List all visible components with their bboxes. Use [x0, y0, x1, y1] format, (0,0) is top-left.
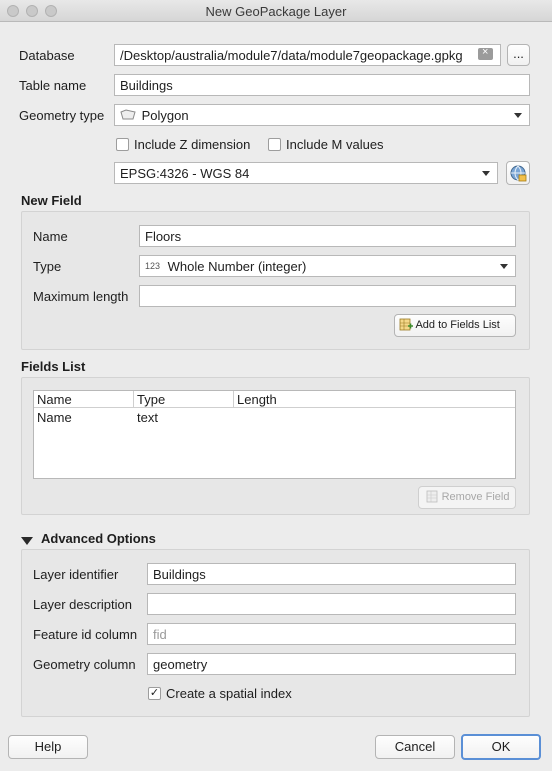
- feature-id-input[interactable]: fid: [147, 623, 516, 645]
- clear-icon[interactable]: ×: [478, 46, 493, 60]
- spatial-index-checkbox[interactable]: ✓: [148, 687, 161, 700]
- database-path-field[interactable]: /Desktop/australia/module7/data/module7g…: [114, 44, 501, 66]
- include-z-label: Include Z dimension: [134, 137, 251, 152]
- browse-button[interactable]: ...: [507, 44, 530, 66]
- include-z-checkbox[interactable]: [116, 138, 129, 151]
- row-name-cell: Name: [37, 410, 72, 425]
- add-to-fields-list-button[interactable]: Add to Fields List: [394, 314, 516, 337]
- crs-value: EPSG:4326 - WGS 84: [120, 166, 250, 181]
- layer-identifier-input[interactable]: Buildings: [147, 563, 516, 585]
- cancel-button[interactable]: Cancel: [375, 735, 455, 759]
- include-m-checkbox[interactable]: [268, 138, 281, 151]
- row-type-cell: text: [137, 410, 158, 425]
- add-field-icon: [399, 318, 413, 331]
- field-name-label: Name: [33, 229, 68, 244]
- geometry-type-select[interactable]: Polygon: [114, 104, 530, 126]
- layer-identifier-label: Layer identifier: [33, 567, 119, 582]
- layer-description-label: Layer description: [33, 597, 132, 612]
- chevron-down-icon: [514, 113, 522, 118]
- remove-field-label: Remove Field: [441, 491, 510, 503]
- geometry-type-label: Geometry type: [19, 108, 105, 123]
- polygon-icon: [120, 109, 136, 120]
- max-length-input[interactable]: [139, 285, 516, 307]
- ok-button[interactable]: OK: [461, 734, 541, 760]
- table-name-field[interactable]: Buildings: [114, 74, 530, 96]
- table-name-label: Table name: [19, 78, 87, 93]
- select-crs-button[interactable]: [506, 161, 530, 185]
- database-label: Database: [19, 48, 75, 63]
- feature-id-label: Feature id column: [33, 627, 138, 642]
- geometry-column-label: Geometry column: [33, 657, 136, 672]
- new-field-title: New Field: [21, 193, 82, 208]
- geometry-column-input[interactable]: geometry: [147, 653, 516, 675]
- collapse-triangle-icon[interactable]: [21, 534, 33, 545]
- globe-icon: [510, 165, 527, 182]
- remove-field-button[interactable]: Remove Field: [418, 486, 516, 509]
- field-type-value: Whole Number (integer): [167, 259, 307, 274]
- fields-list-title: Fields List: [21, 359, 86, 374]
- advanced-options-title[interactable]: Advanced Options: [41, 531, 156, 546]
- column-header-length[interactable]: Length: [234, 391, 515, 408]
- geometry-type-value: Polygon: [141, 108, 189, 123]
- column-header-name[interactable]: Name: [34, 391, 134, 408]
- help-button[interactable]: Help: [8, 735, 88, 759]
- add-to-fields-list-label: Add to Fields List: [415, 319, 500, 331]
- fields-table[interactable]: Name Type Length Name text: [33, 390, 516, 479]
- layer-description-input[interactable]: [147, 593, 516, 615]
- include-m-label: Include M values: [286, 137, 384, 152]
- database-path-text: /Desktop/australia/module7/data/module7g…: [120, 48, 463, 63]
- column-header-type[interactable]: Type: [134, 391, 234, 408]
- chevron-down-icon: [482, 171, 490, 176]
- field-type-label: Type: [33, 259, 62, 274]
- remove-field-icon: [426, 490, 437, 503]
- max-length-label: Maximum length: [33, 289, 129, 304]
- title-bar: New GeoPackage Layer: [0, 0, 552, 22]
- chevron-down-icon: [500, 264, 508, 269]
- field-type-select[interactable]: 123 Whole Number (integer): [139, 255, 516, 277]
- spatial-index-label: Create a spatial index: [166, 686, 292, 701]
- crs-select[interactable]: EPSG:4326 - WGS 84: [114, 162, 498, 184]
- integer-icon: 123: [145, 261, 161, 271]
- field-name-input[interactable]: Floors: [139, 225, 516, 247]
- window-title: New GeoPackage Layer: [205, 4, 347, 19]
